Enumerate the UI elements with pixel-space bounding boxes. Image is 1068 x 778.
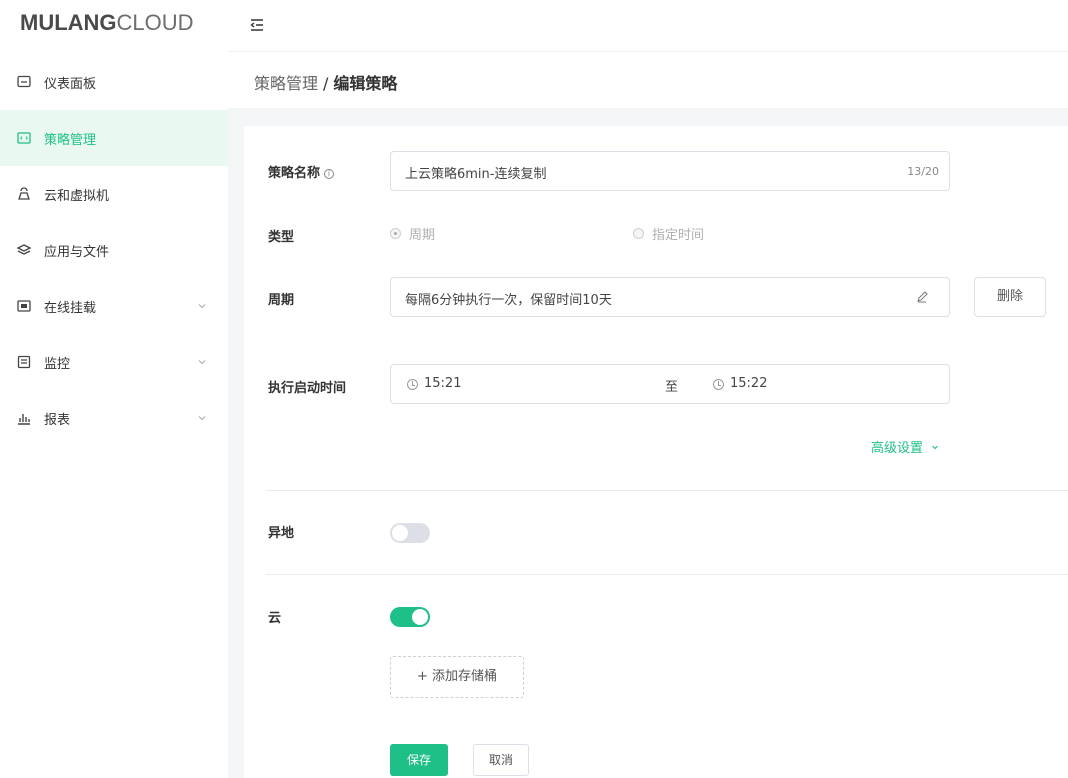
- range-separator: 至: [665, 380, 679, 395]
- breadcrumb-parent[interactable]: 策略管理: [254, 74, 318, 93]
- edit-strategy-form: 策略名称 i 上云策略6min-连续复制 13/20 类型 周期 指定时间 周期 …: [244, 126, 1068, 778]
- strategy-name-value: 上云策略6min-连续复制: [405, 167, 547, 182]
- clock-icon: [407, 379, 418, 390]
- add-bucket-button[interactable]: + 添加存储桶: [390, 656, 524, 698]
- sidebar-item-label: 监控: [44, 357, 71, 372]
- remote-toggle[interactable]: [390, 523, 430, 543]
- start-time-label: 执行启动时间: [268, 381, 347, 396]
- brand-logo-part2: CLOUD: [116, 10, 194, 35]
- sidebar-item-cloud-vm[interactable]: 云和虚拟机: [0, 166, 228, 222]
- advanced-settings-link[interactable]: 高级设置: [871, 437, 940, 456]
- info-icon[interactable]: i: [324, 169, 335, 179]
- chevron-down-icon: [198, 416, 206, 421]
- dashboard-icon: [17, 75, 31, 88]
- char-count: 13/20: [907, 165, 939, 178]
- chevron-down-icon: [198, 360, 206, 365]
- breadcrumb-current: 编辑策略: [333, 74, 398, 93]
- type-radio-scheduled[interactable]: 指定时间: [633, 224, 704, 243]
- period-input[interactable]: 每隔6分钟执行一次，保留时间10天: [390, 277, 950, 317]
- cloud-label: 云: [268, 611, 282, 626]
- menu-collapse-icon[interactable]: [248, 16, 266, 34]
- sidebar: MULANGCLOUD 仪表面板 策略管理 云和虚拟机 应用与文件 在线挂载 监…: [0, 0, 228, 778]
- name-label-row: 策略名称 i: [268, 162, 335, 181]
- sidebar-item-label: 在线挂载: [44, 301, 97, 316]
- toggle-knob: [392, 525, 408, 541]
- sidebar-item-label: 仪表面板: [44, 77, 97, 92]
- top-bar: [228, 0, 1068, 52]
- strategy-icon: [17, 132, 31, 144]
- edit-icon[interactable]: [915, 290, 929, 304]
- sidebar-item-label: 报表: [44, 413, 71, 428]
- report-icon: [18, 414, 30, 425]
- type-radio-periodic[interactable]: 周期: [390, 224, 435, 243]
- remote-label: 异地: [268, 526, 295, 541]
- toggle-knob: [412, 609, 428, 625]
- sidebar-item-monitor[interactable]: 监控: [0, 334, 228, 390]
- radio-label: 周期: [409, 228, 436, 243]
- time-range-picker[interactable]: 15:21 至 15:22: [390, 364, 950, 404]
- breadcrumb-separator: /: [323, 74, 329, 93]
- sidebar-item-label: 策略管理: [44, 133, 97, 148]
- radio-label: 指定时间: [652, 228, 705, 243]
- delete-button[interactable]: 删除: [974, 277, 1046, 317]
- brand-logo[interactable]: MULANGCLOUD: [20, 10, 194, 36]
- advanced-settings-label: 高级设置: [871, 441, 924, 456]
- sidebar-item-apps-files[interactable]: 应用与文件: [0, 222, 228, 278]
- mount-icon: [17, 300, 31, 312]
- layers-icon: [16, 244, 32, 255]
- strategy-name-input[interactable]: 上云策略6min-连续复制 13/20: [390, 151, 950, 191]
- cloud-toggle[interactable]: [390, 607, 430, 627]
- cloud-vm-icon: [18, 187, 30, 200]
- end-time-value[interactable]: 15:22: [730, 376, 767, 391]
- save-button[interactable]: 保存: [390, 744, 448, 776]
- chevron-down-icon: [932, 445, 939, 450]
- sidebar-item-dashboard[interactable]: 仪表面板: [0, 54, 228, 110]
- divider: [266, 574, 1068, 575]
- sidebar-item-report[interactable]: 报表: [0, 390, 228, 446]
- name-label: 策略名称: [268, 166, 321, 181]
- start-time-value[interactable]: 15:21: [424, 376, 461, 391]
- sidebar-item-strategy[interactable]: 策略管理: [0, 110, 228, 166]
- chevron-down-icon: [198, 304, 206, 309]
- sidebar-item-online-mount[interactable]: 在线挂载: [0, 278, 228, 334]
- cancel-button[interactable]: 取消: [473, 744, 529, 776]
- radio-checked-icon: [390, 228, 401, 239]
- type-label: 类型: [268, 230, 295, 245]
- period-label: 周期: [268, 293, 295, 308]
- brand-logo-part1: MULANG: [20, 10, 117, 35]
- divider: [266, 490, 1068, 491]
- clock-icon: [713, 379, 724, 390]
- breadcrumb-bar: 策略管理 / 编辑策略: [228, 52, 1068, 108]
- period-value: 每隔6分钟执行一次，保留时间10天: [405, 293, 612, 308]
- sidebar-item-label: 应用与文件: [44, 245, 110, 260]
- radio-unchecked-icon: [633, 228, 644, 239]
- breadcrumb: 策略管理 / 编辑策略: [254, 70, 397, 94]
- sidebar-item-label: 云和虚拟机: [44, 189, 110, 204]
- monitor-icon: [17, 355, 31, 369]
